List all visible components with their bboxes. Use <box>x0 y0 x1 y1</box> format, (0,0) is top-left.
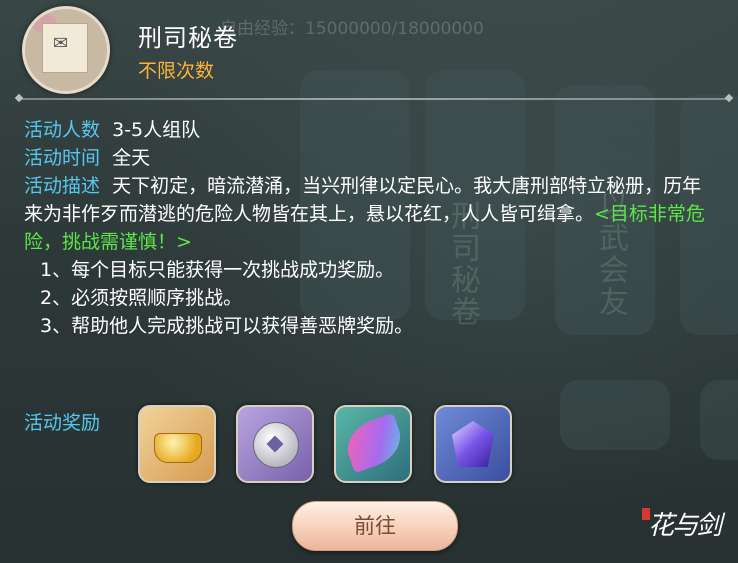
info-row-time: 活动时间 全天 <box>24 144 150 172</box>
background-card <box>700 380 738 460</box>
reward-item[interactable] <box>138 405 216 483</box>
background-exp-text: 自由经验：15000000/18000000 <box>220 19 484 39</box>
time-value: 全天 <box>112 147 151 169</box>
rule-item: 2、必须按照顺序挑战。 <box>40 287 243 309</box>
info-row-people: 活动人数 3-5人组队 <box>24 116 200 144</box>
people-value: 3-5人组队 <box>112 119 201 141</box>
reward-item[interactable] <box>434 405 512 483</box>
logo-seal <box>642 508 650 520</box>
header-divider <box>18 98 730 100</box>
activity-scroll-icon: ✉ <box>22 6 110 94</box>
people-label: 活动人数 <box>24 119 101 141</box>
rules-list: 1、每个目标只能获得一次挑战成功奖励。 2、必须按照顺序挑战。 3、帮助他人完成… <box>40 256 413 340</box>
purple-crystal-icon <box>452 421 494 467</box>
reward-item[interactable] <box>334 405 412 483</box>
reward-item[interactable] <box>236 405 314 483</box>
logo-text: 花与剑 <box>647 511 722 541</box>
info-row-description: 活动描述 天下初定，暗流潜涌，当兴刑律以定民心。我大唐刑部特立秘册，历年来为非作… <box>24 172 714 256</box>
time-label: 活动时间 <box>24 147 101 169</box>
background-card <box>560 380 670 450</box>
pink-feather-icon <box>340 412 408 474</box>
desc-label: 活动描述 <box>24 175 101 197</box>
go-button[interactable]: 前往 <box>292 501 458 551</box>
gold-ingot-chain-icon <box>154 433 202 463</box>
game-logo: 花与剑 <box>640 498 728 554</box>
activity-title: 刑司秘卷 <box>138 24 238 52</box>
seal-glyph-icon: ✉ <box>53 33 69 54</box>
silver-coin-icon <box>253 422 299 468</box>
rule-item: 1、每个目标只能获得一次挑战成功奖励。 <box>40 259 395 281</box>
activity-subtitle: 不限次数 <box>138 60 215 82</box>
rewards-label: 活动奖励 <box>24 412 101 434</box>
rule-item: 3、帮助他人完成挑战可以获得善恶牌奖励。 <box>40 315 414 337</box>
